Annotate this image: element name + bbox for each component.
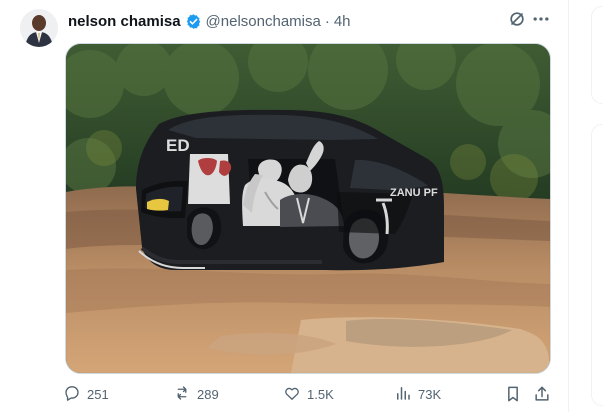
grok-icon[interactable] [507, 9, 527, 29]
tweet-header: nelson chamisa @nelsonchamisa · 4h [68, 11, 351, 31]
tweet[interactable]: nelson chamisa @nelsonchamisa · 4h ED ZA… [0, 0, 569, 412]
author-name[interactable]: nelson chamisa [68, 13, 181, 30]
repost-count: 289 [197, 386, 219, 402]
reply-icon [63, 384, 81, 405]
avatar[interactable] [20, 9, 58, 47]
views-button[interactable]: 73K [394, 383, 441, 405]
tweet-actions: 251 289 1.5K 73K [63, 383, 555, 405]
right-rail-panel [591, 124, 603, 406]
rear-vehicle-text: ED [166, 136, 190, 155]
right-rail [569, 0, 603, 412]
separator-dot: · [324, 12, 330, 30]
like-icon [283, 384, 301, 405]
views-icon [394, 384, 412, 405]
author-handle[interactable]: @nelsonchamisa [206, 13, 321, 30]
reply-button[interactable]: 251 [63, 383, 109, 405]
right-rail-card [591, 6, 603, 104]
like-button[interactable]: 1.5K [283, 383, 334, 405]
post-image[interactable]: ED ZANU PF [65, 43, 551, 374]
like-count: 1.5K [307, 386, 334, 402]
verified-badge-icon [185, 13, 202, 30]
views-count: 73K [418, 386, 442, 402]
repost-button[interactable]: 289 [173, 383, 219, 405]
bookmark-icon[interactable] [503, 384, 523, 404]
reply-count: 251 [87, 386, 109, 402]
side-vehicle-text: ZANU PF [390, 187, 438, 199]
more-icon[interactable] [531, 9, 551, 29]
post-time[interactable]: 4h [334, 13, 351, 30]
share-icon[interactable] [532, 384, 552, 404]
repost-icon [173, 384, 191, 405]
